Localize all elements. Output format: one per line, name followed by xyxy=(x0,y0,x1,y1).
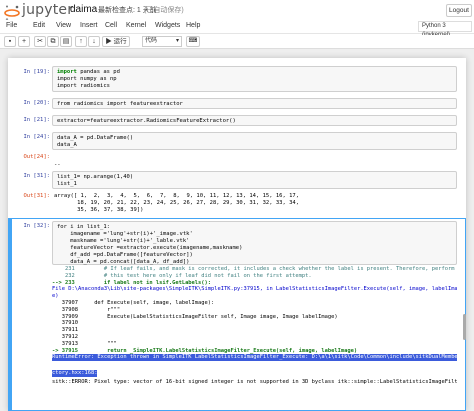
menu-cell[interactable]: Cell xyxy=(105,22,117,29)
code-line: list_1 xyxy=(57,181,77,187)
menu-insert[interactable]: Insert xyxy=(80,22,98,29)
code-line: data_A = pd.concat([data_A, df_add]) xyxy=(57,259,190,265)
menu-help[interactable]: Help xyxy=(186,22,200,29)
move-up-button[interactable]: ↑ xyxy=(75,36,87,47)
copy-icon: ⧉ xyxy=(50,38,56,45)
input-prompt: In [20]: xyxy=(23,100,51,106)
cell-type-value: 代码 xyxy=(145,38,158,44)
kernel-indicator[interactable]: Python 3 (ipykernel) xyxy=(418,21,472,38)
paste-button[interactable]: ▤ xyxy=(60,36,72,47)
traceback-line: 231 # If leaf fails, and mask is correct… xyxy=(52,266,455,272)
code-line: import radiomics xyxy=(57,83,110,89)
paste-icon: ▤ xyxy=(62,38,70,45)
save-icon: ▪ xyxy=(8,38,12,45)
traceback-line: --> 233 if label not in lsif.GetLabels()… xyxy=(52,279,212,286)
code-input[interactable]: from radiomics import featureextractor xyxy=(52,98,457,109)
traceback-line: -> 37915 return _SimpleITK.LabelStatisti… xyxy=(52,347,358,354)
code-line: imagename ='lung'+str(i)+'_image.vtk' xyxy=(57,231,193,237)
sitk-error-line: sitk::ERROR: Pixel type: vector of 16-bi… xyxy=(52,379,457,386)
traceback-line: 37910 xyxy=(52,320,78,327)
code-line: featureVector =extractor.execute(imagena… xyxy=(57,245,243,251)
logout-button[interactable]: Logout xyxy=(446,4,472,17)
runtime-error-line: RuntimeError: Exception thrown in Simple… xyxy=(52,354,457,362)
code-input[interactable]: for i in list_1: imagename ='lung'+str(i… xyxy=(52,221,457,265)
traceback-line: e) xyxy=(52,293,59,300)
input-prompt: In [19]: xyxy=(23,69,51,75)
menu-file[interactable]: File xyxy=(6,22,17,29)
code-line: import numpy as np xyxy=(57,76,117,82)
keyboard-shortcuts-button[interactable]: ⌨ xyxy=(186,36,200,47)
scissors-icon: ✂ xyxy=(37,38,43,45)
runtime-error-line: ctory.hxx:168: xyxy=(52,370,98,377)
traceback-file-line: File D:\Anaconda3\Lib\site-packages\Simp… xyxy=(52,286,457,293)
code-input[interactable]: data_A = pd.DataFrame() data_A xyxy=(52,132,457,150)
traceback-line: 37908 r""" xyxy=(52,306,121,313)
code-line: from radiomics import featureextractor xyxy=(57,101,183,107)
input-prompt: In [31]: xyxy=(23,173,51,179)
output-prompt: Out[31]: xyxy=(23,193,51,199)
error-traceback: 231 # If leaf fails, and mask is correct… xyxy=(52,266,457,411)
copy-button[interactable]: ⧉ xyxy=(47,36,59,47)
output-scrollbar[interactable] xyxy=(463,314,466,340)
insert-cell-button[interactable]: + xyxy=(18,36,30,47)
notebook-name[interactable]: daima xyxy=(70,4,97,15)
code-line: maskname ='lung'+str(i)+'_lable.vtk' xyxy=(57,238,190,244)
run-button[interactable]: ▶ 运行 xyxy=(102,36,130,47)
output-text: -- xyxy=(54,162,61,168)
code-line: pandas as pd xyxy=(80,69,120,75)
code-line: list_1= np.arange(1,40) xyxy=(57,174,134,180)
code-line: for i in list_1: xyxy=(57,224,110,230)
output-prompt: Out[24]: xyxy=(23,154,51,160)
traceback-line: 37913 """ xyxy=(52,340,117,347)
code-line: data_A = pd.DataFrame() xyxy=(57,135,134,141)
arrow-up-icon: ↑ xyxy=(79,38,83,45)
plus-icon: + xyxy=(21,38,27,45)
code-line: df_add =pd.DataFrame([featureVector]) xyxy=(57,252,193,258)
output-line: 18, 19, 20, 21, 22, 23, 24, 25, 26, 27, … xyxy=(54,200,300,206)
traceback-line: 37911 xyxy=(52,327,78,334)
code-input[interactable]: extractor=featureextractor.RadiomicsFeat… xyxy=(52,115,457,126)
traceback-line: 37909 Execute(LabelStatisticsImageFilter… xyxy=(52,313,338,320)
code-input[interactable]: import pandas as pd import numpy as np i… xyxy=(52,66,457,92)
save-button[interactable]: ▪ xyxy=(4,36,16,47)
keyboard-icon: ⌨ xyxy=(188,38,198,44)
traceback-line: 232 # this test here only if leaf did no… xyxy=(52,272,312,279)
notebook-container: In [19]: import pandas as pd import nump… xyxy=(8,58,466,411)
code-input[interactable]: list_1= np.arange(1,40) list_1 xyxy=(52,171,457,189)
input-prompt: In [24]: xyxy=(23,134,51,140)
output-line: 35, 36, 37, 38, 39]) xyxy=(54,207,144,213)
arrow-down-icon: ↓ xyxy=(92,38,96,45)
autosave-status: (已自动保存) xyxy=(144,7,184,14)
toolbar: ▪ + ✂ ⧉ ▤ ↑ ↓ ▶ 运行 代码 ▾ ⌨ xyxy=(0,35,474,49)
menu-view[interactable]: View xyxy=(56,22,71,29)
cell-type-select[interactable]: 代码 ▾ xyxy=(142,36,182,47)
code-line: extractor=featureextractor.RadiomicsFeat… xyxy=(57,118,236,124)
menubar: File Edit View Insert Cell Kernel Widget… xyxy=(0,20,474,34)
output-line: array([ 1, 2, 3, 4, 5, 6, 7, 8, 9, 10, 1… xyxy=(54,193,300,199)
chevron-down-icon: ▾ xyxy=(175,38,179,44)
menu-widgets[interactable]: Widgets xyxy=(155,22,180,29)
selected-code-cell[interactable]: In [32]: for i in list_1: imagename ='lu… xyxy=(8,218,466,411)
cut-button[interactable]: ✂ xyxy=(34,36,46,47)
menu-edit[interactable]: Edit xyxy=(33,22,45,29)
traceback-line: 37912 xyxy=(52,333,78,340)
menu-kernel[interactable]: Kernel xyxy=(126,22,146,29)
jupyter-logo-text[interactable]: jupyter xyxy=(22,2,73,18)
input-prompt: In [32]: xyxy=(23,223,51,229)
input-prompt: In [21]: xyxy=(23,117,51,123)
output-array: array([ 1, 2, 3, 4, 5, 6, 7, 8, 9, 10, 1… xyxy=(54,193,299,214)
traceback-line: 37907 def Execute(self, image, labelImag… xyxy=(52,299,215,306)
code-line: data_A xyxy=(57,142,77,148)
move-down-button[interactable]: ↓ xyxy=(88,36,100,47)
